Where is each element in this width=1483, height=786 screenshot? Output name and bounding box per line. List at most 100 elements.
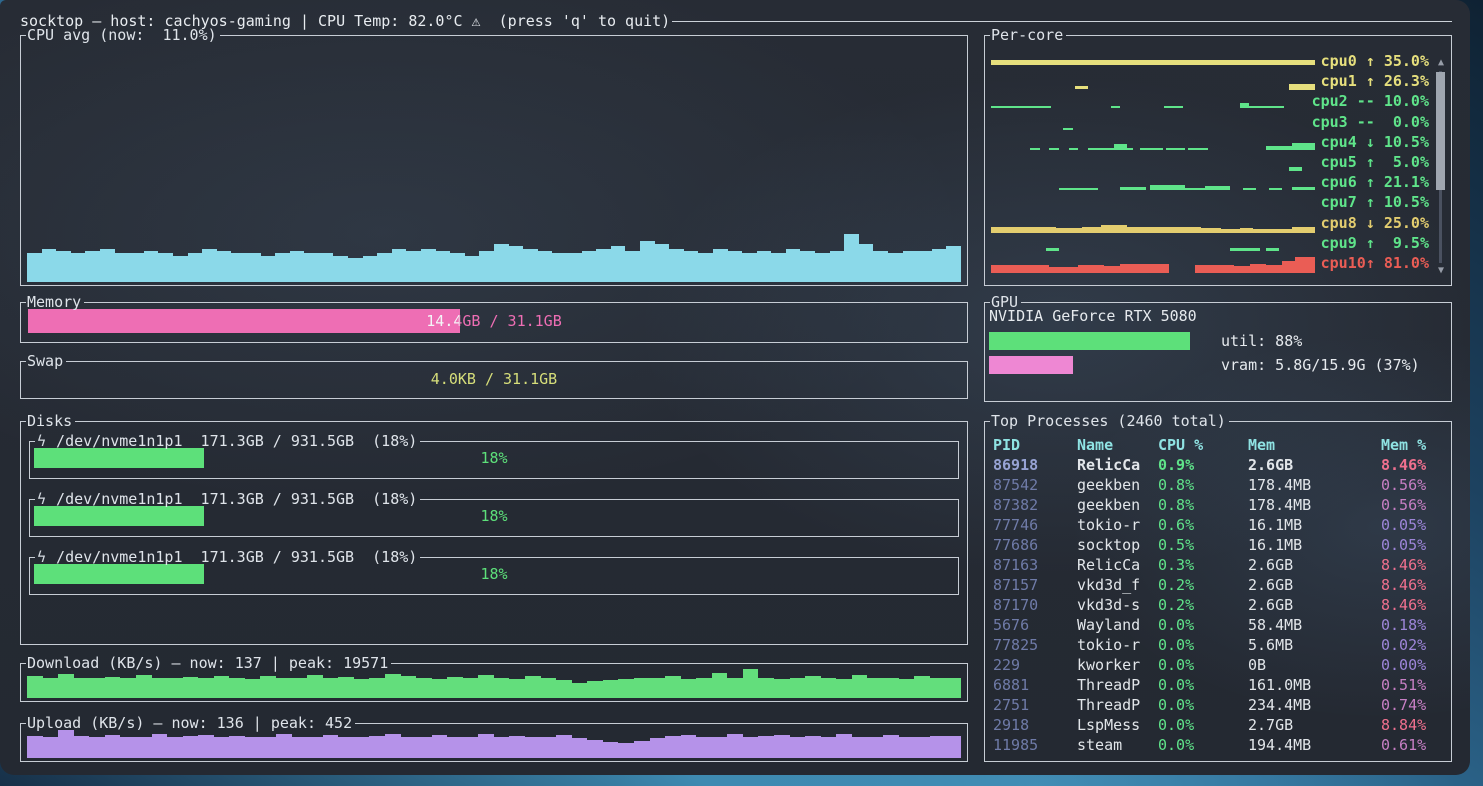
- history-bar: [463, 678, 479, 698]
- process-row[interactable]: 77825tokio-r0.0%5.6MB0.02%: [993, 635, 1445, 655]
- process-row[interactable]: 6881ThreadP0.0%161.0MB0.51%: [993, 675, 1445, 695]
- history-bar: [946, 246, 961, 282]
- history-bar: [525, 676, 541, 698]
- scroll-up-icon[interactable]: ▲: [1435, 57, 1447, 69]
- process-row[interactable]: 86918RelicCa0.9%2.6GB8.46%: [993, 455, 1445, 475]
- swap-title: Swap: [26, 351, 66, 371]
- spark-segment: [1205, 186, 1231, 190]
- history-bar: [696, 737, 712, 758]
- process-row[interactable]: 87382geekben0.8%178.4MB0.56%: [993, 495, 1445, 515]
- history-bar: [603, 680, 619, 698]
- core-label: cpu4 ↓ 10.5%: [1321, 132, 1429, 152]
- process-cpu: 0.3%: [1158, 555, 1248, 575]
- desktop-wallpaper: socktop — host: cachyos-gaming | CPU Tem…: [0, 0, 1483, 786]
- history-bar: [42, 249, 57, 282]
- col-mem: Mem: [1248, 435, 1381, 455]
- process-row[interactable]: 87163RelicCa0.3%2.6GB8.46%: [993, 555, 1445, 575]
- history-bar: [494, 737, 510, 758]
- disk-subpanel: ϟ /dev/nvme1n1p1 171.3GB / 931.5GB (18%)…: [29, 441, 959, 479]
- history-bar: [144, 251, 159, 282]
- process-name: vkd3d_f: [1077, 575, 1158, 595]
- history-bar: [354, 737, 370, 758]
- spark-segment: [1164, 106, 1183, 108]
- process-cpu: 0.8%: [1158, 475, 1248, 495]
- process-row[interactable]: 77686socktop0.5%16.1MB0.05%: [993, 535, 1445, 555]
- process-mem: 0B: [1248, 655, 1381, 675]
- process-pid: 86918: [993, 455, 1077, 475]
- process-name: Wayland: [1077, 615, 1158, 635]
- process-row[interactable]: 11985steam0.0%194.4MB0.61%: [993, 735, 1445, 755]
- history-bar: [727, 734, 743, 758]
- history-bar: [859, 244, 874, 282]
- history-bar: [836, 734, 852, 758]
- cpu-avg-title: CPU avg (now: 11.0%): [26, 25, 220, 45]
- history-bar: [509, 679, 525, 698]
- disk-subpanel: ϟ /dev/nvme1n1p1 171.3GB / 931.5GB (18%)…: [29, 557, 959, 595]
- gpu-vram-gauge: [989, 355, 1217, 375]
- history-bar: [323, 678, 339, 698]
- history-bar: [89, 678, 105, 698]
- spark-segment: [1049, 267, 1078, 273]
- process-memp: 0.74%: [1381, 695, 1445, 715]
- per-core-scrollbar[interactable]: ▲ ▼: [1435, 57, 1447, 277]
- history-bar: [888, 253, 903, 282]
- history-bar: [202, 249, 217, 282]
- history-bar: [603, 742, 619, 758]
- process-memp: 8.46%: [1381, 575, 1445, 595]
- history-bar: [323, 735, 339, 758]
- process-row[interactable]: 229kworker0.0%0B0.00%: [993, 655, 1445, 675]
- process-cpu: 0.0%: [1158, 675, 1248, 695]
- history-bar: [260, 737, 276, 758]
- history-bar: [665, 736, 681, 758]
- disk-usage-gauge: 18%: [34, 448, 954, 468]
- history-bar: [611, 246, 626, 282]
- history-bar: [914, 676, 930, 698]
- history-bar: [450, 253, 465, 282]
- history-bar: [945, 678, 961, 698]
- process-row[interactable]: 5676Wayland0.0%58.4MB0.18%: [993, 615, 1445, 635]
- spark-segment: [1266, 265, 1282, 273]
- process-pid: 87157: [993, 575, 1077, 595]
- process-memp: 8.46%: [1381, 555, 1445, 575]
- core-row-cpu7: cpu7 ↑ 10.5%: [991, 192, 1429, 212]
- process-cpu: 0.0%: [1158, 615, 1248, 635]
- process-row[interactable]: 77746tokio-r0.6%16.1MB0.05%: [993, 515, 1445, 535]
- cpu-history-chart: [27, 43, 961, 282]
- process-pid: 5676: [993, 615, 1077, 635]
- spark-segment: [1292, 143, 1315, 150]
- history-bar: [463, 737, 479, 758]
- history-bar: [786, 249, 801, 282]
- history-bar: [214, 737, 230, 758]
- process-mem: 161.0MB: [1248, 675, 1381, 695]
- history-bar: [74, 736, 90, 758]
- swap-panel: Swap 4.0KB / 31.1GB: [20, 361, 968, 399]
- history-bar: [541, 737, 557, 758]
- process-name: tokio-r: [1077, 635, 1158, 655]
- disks-panel: Disks ϟ /dev/nvme1n1p1 171.3GB / 931.5GB…: [20, 421, 968, 645]
- process-mem: 2.6GB: [1248, 455, 1381, 475]
- process-row[interactable]: 87542geekben0.8%178.4MB0.56%: [993, 475, 1445, 495]
- history-bar: [556, 735, 572, 758]
- history-bar: [640, 241, 655, 282]
- history-bar: [401, 737, 417, 758]
- history-bar: [821, 678, 837, 698]
- process-row[interactable]: 87170vkd3d-s0.2%2.6GB8.46%: [993, 595, 1445, 615]
- history-bar: [899, 679, 915, 698]
- core-sparkline: [991, 192, 1315, 212]
- scroll-down-icon[interactable]: ▼: [1435, 265, 1447, 277]
- core-row-cpu0: cpu0 ↑ 35.0%: [991, 51, 1429, 71]
- history-bar: [821, 737, 837, 758]
- process-row[interactable]: 2918LspMess0.0%2.7GB8.84%: [993, 715, 1445, 735]
- scrollbar-thumb[interactable]: [1436, 72, 1445, 190]
- history-bar: [523, 249, 538, 282]
- core-label: cpu2 -- 10.0%: [1312, 91, 1429, 111]
- per-core-rows: cpu0 ↑ 35.0%cpu1 ↑ 26.3%cpu2 -- 10.0%cpu…: [991, 51, 1429, 281]
- process-pid: 87542: [993, 475, 1077, 495]
- history-bar: [727, 678, 743, 698]
- process-memp: 0.00%: [1381, 655, 1445, 675]
- process-row[interactable]: 87157vkd3d_f0.2%2.6GB8.46%: [993, 575, 1445, 595]
- history-bar: [436, 251, 451, 282]
- spark-segment: [1266, 248, 1279, 251]
- history-bar: [276, 734, 292, 758]
- process-row[interactable]: 2751ThreadP0.0%234.4MB0.74%: [993, 695, 1445, 715]
